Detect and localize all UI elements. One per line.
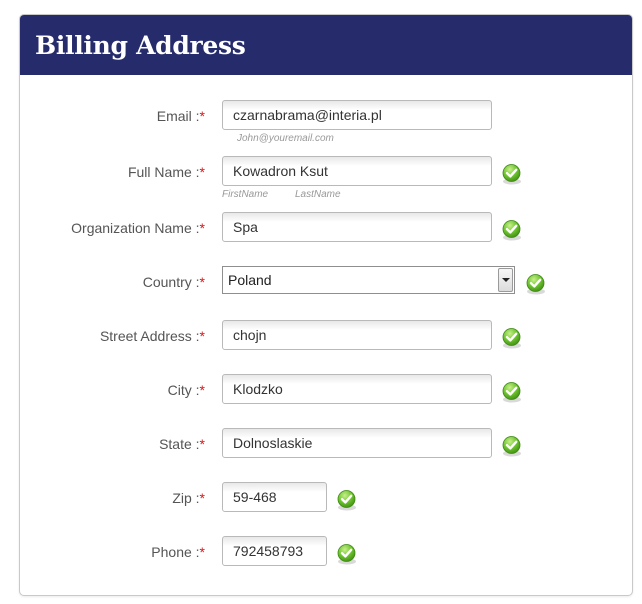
street-address-label: Street Address :* [99,328,205,344]
street-valid-checkmark-icon [501,327,523,349]
country-label: Country :* [142,274,205,290]
email-label: Email :* [156,108,205,124]
phone-field[interactable] [222,536,327,566]
organization-name-label: Organization Name :* [71,220,205,236]
zip-field[interactable] [222,482,327,512]
full-name-field[interactable] [222,156,492,186]
street-address-field[interactable] [222,320,492,350]
panel-header: Billing Address [20,15,632,75]
zip-valid-checkmark-icon [336,489,358,511]
full-name-label: Full Name :* [127,164,205,180]
city-field[interactable] [222,374,492,404]
country-select-value: Poland [228,272,272,288]
billing-address-panel: Billing Address Email :* John@youremail.… [19,14,633,596]
first-name-hint: FirstName [222,189,269,200]
last-name-hint: LastName [295,189,341,200]
state-valid-checkmark-icon [501,435,523,457]
state-field[interactable] [222,428,492,458]
state-label: State :* [159,436,205,452]
organization-name-field[interactable] [222,212,492,242]
email-hint: John@youremail.com [237,133,334,144]
country-select[interactable]: Poland [222,266,515,294]
organization-valid-checkmark-icon [501,219,523,241]
city-label: City :* [167,382,205,398]
country-valid-checkmark-icon [525,273,547,295]
city-valid-checkmark-icon [501,381,523,403]
email-field[interactable] [222,100,492,130]
zip-label: Zip :* [172,490,205,506]
full-name-valid-checkmark-icon [501,163,523,185]
phone-valid-checkmark-icon [336,543,358,565]
chevron-down-icon[interactable] [498,268,513,292]
phone-label: Phone :* [151,544,205,560]
page-title: Billing Address [35,30,246,60]
